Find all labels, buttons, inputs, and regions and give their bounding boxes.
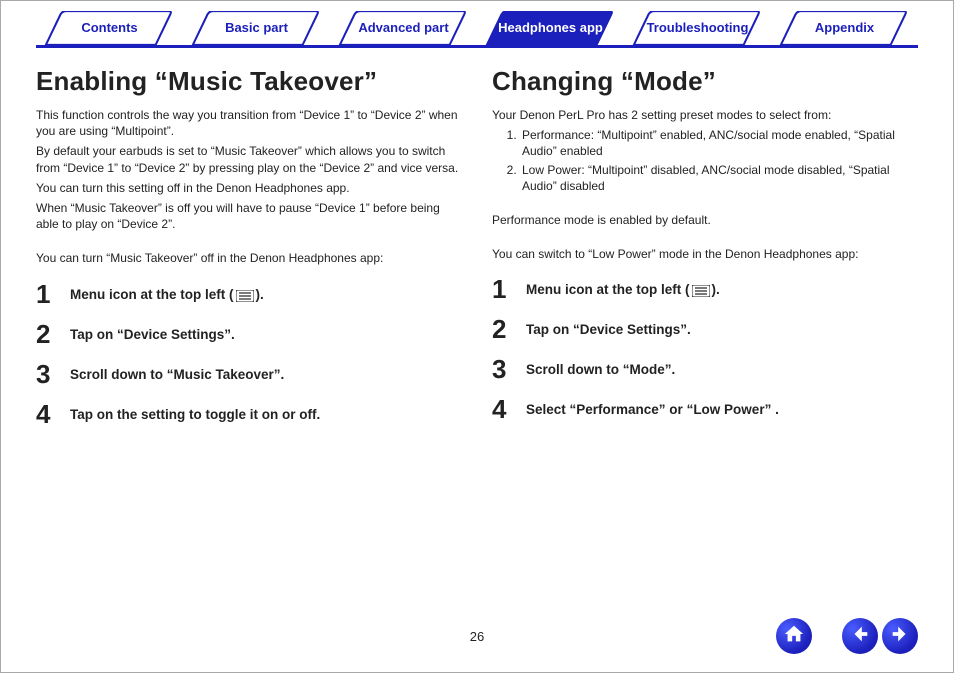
left-column: Enabling “Music Takeover” This function … bbox=[36, 60, 462, 441]
step-number: 4 bbox=[36, 401, 70, 427]
body-text: You can turn “Music Takeover” off in the… bbox=[36, 250, 462, 266]
step-text-part: Menu icon at the top left ( bbox=[70, 287, 234, 302]
step-text: Menu icon at the top left (). bbox=[526, 276, 720, 302]
body-text: You can switch to “Low Power” mode in th… bbox=[492, 246, 918, 262]
body-text: When “Music Takeover” is off you will ha… bbox=[36, 200, 462, 232]
step-text: Tap on “Device Settings”. bbox=[526, 316, 691, 339]
next-page-button[interactable] bbox=[882, 618, 918, 654]
prev-page-button[interactable] bbox=[842, 618, 878, 654]
list-item: Performance: “Multipoint” enabled, ANC/s… bbox=[520, 127, 918, 159]
body-text: By default your earbuds is set to “Music… bbox=[36, 143, 462, 175]
home-icon bbox=[783, 623, 805, 650]
step-text-part: ). bbox=[712, 282, 720, 297]
step-number: 1 bbox=[36, 281, 70, 307]
step-item: 4 Tap on the setting to toggle it on or … bbox=[36, 401, 462, 427]
step-item: 2 Tap on “Device Settings”. bbox=[492, 316, 918, 342]
modes-list: Performance: “Multipoint” enabled, ANC/s… bbox=[492, 127, 918, 194]
step-text: Scroll down to “Mode”. bbox=[526, 356, 675, 379]
body-text: Your Denon PerL Pro has 2 setting preset… bbox=[492, 107, 918, 123]
list-item: Low Power: “Multipoint” disabled, ANC/so… bbox=[520, 162, 918, 194]
tab-troubleshooting[interactable]: Troubleshooting bbox=[624, 11, 771, 45]
tab-label: Troubleshooting bbox=[647, 11, 749, 41]
body-text: This function controls the way you trans… bbox=[36, 107, 462, 139]
step-text-part: ). bbox=[256, 287, 264, 302]
tab-contents[interactable]: Contents bbox=[36, 11, 183, 45]
step-number: 3 bbox=[36, 361, 70, 387]
steps-list: 1 Menu icon at the top left (). 2 Tap on… bbox=[36, 281, 462, 427]
step-item: 2 Tap on “Device Settings”. bbox=[36, 321, 462, 347]
step-item: 3 Scroll down to “Mode”. bbox=[492, 356, 918, 382]
tab-label: Basic part bbox=[225, 11, 288, 41]
step-number: 2 bbox=[36, 321, 70, 347]
tab-appendix[interactable]: Appendix bbox=[771, 11, 918, 45]
arrow-left-icon bbox=[849, 623, 871, 650]
step-text: Tap on the setting to toggle it on or of… bbox=[70, 401, 320, 424]
arrow-right-icon bbox=[889, 623, 911, 650]
content-columns: Enabling “Music Takeover” This function … bbox=[36, 60, 918, 441]
step-number: 3 bbox=[492, 356, 526, 382]
body-text: Performance mode is enabled by default. bbox=[492, 212, 918, 228]
tab-label: Appendix bbox=[815, 11, 874, 41]
section-title: Changing “Mode” bbox=[492, 66, 918, 97]
tab-label: Advanced part bbox=[358, 11, 448, 41]
home-button[interactable] bbox=[776, 618, 812, 654]
right-column: Changing “Mode” Your Denon PerL Pro has … bbox=[492, 60, 918, 441]
tab-bar: Contents Basic part Advanced part Headph… bbox=[36, 11, 918, 48]
step-number: 4 bbox=[492, 396, 526, 422]
step-number: 2 bbox=[492, 316, 526, 342]
steps-list: 1 Menu icon at the top left (). 2 Tap on… bbox=[492, 276, 918, 422]
step-text: Scroll down to “Music Takeover”. bbox=[70, 361, 284, 384]
tab-basic[interactable]: Basic part bbox=[183, 11, 330, 45]
step-item: 4 Select “Performance” or “Low Power” . bbox=[492, 396, 918, 422]
step-number: 1 bbox=[492, 276, 526, 302]
page-nav-pair bbox=[842, 618, 918, 654]
tab-headphones-app[interactable]: Headphones app bbox=[477, 11, 624, 45]
step-item: 1 Menu icon at the top left (). bbox=[492, 276, 918, 302]
step-text: Tap on “Device Settings”. bbox=[70, 321, 235, 344]
hamburger-menu-icon bbox=[236, 289, 254, 307]
step-text-part: Menu icon at the top left ( bbox=[526, 282, 690, 297]
hamburger-menu-icon bbox=[692, 284, 710, 302]
section-title: Enabling “Music Takeover” bbox=[36, 66, 462, 97]
step-text: Select “Performance” or “Low Power” . bbox=[526, 396, 779, 419]
nav-buttons bbox=[776, 618, 918, 654]
step-item: 3 Scroll down to “Music Takeover”. bbox=[36, 361, 462, 387]
step-text: Menu icon at the top left (). bbox=[70, 281, 264, 307]
tab-label: Contents bbox=[81, 11, 137, 41]
manual-page: Contents Basic part Advanced part Headph… bbox=[0, 0, 954, 673]
tab-label: Headphones app bbox=[498, 11, 603, 41]
tab-advanced[interactable]: Advanced part bbox=[330, 11, 477, 45]
body-text: You can turn this setting off in the Den… bbox=[36, 180, 462, 196]
step-item: 1 Menu icon at the top left (). bbox=[36, 281, 462, 307]
